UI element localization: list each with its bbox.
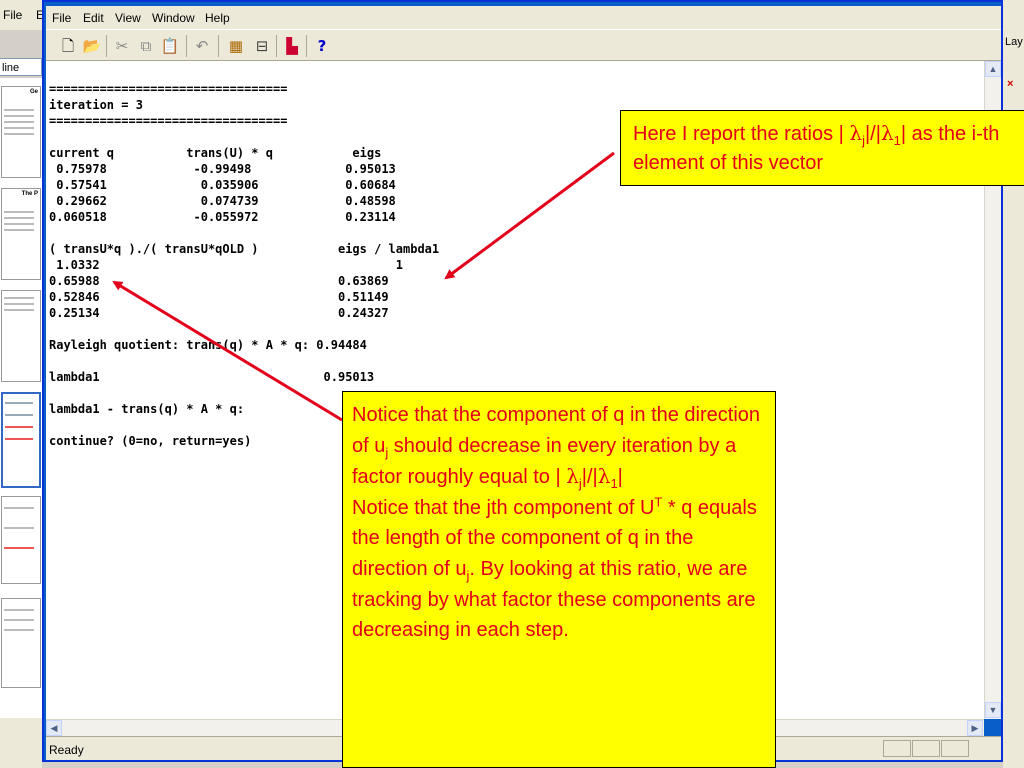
lambda-symbol: λ <box>566 464 579 489</box>
help-button[interactable]: ? <box>312 36 332 56</box>
slide-thumbnail-title: The P <box>21 191 38 197</box>
lambda-symbol: λ <box>880 121 894 145</box>
cut-icon[interactable]: ✂ <box>112 36 132 56</box>
menu-view[interactable]: View <box>115 11 141 25</box>
slide-thumbnail[interactable]: The P <box>1 188 41 280</box>
menubar: File Edit View Window Help <box>46 6 1001 29</box>
menu-window[interactable]: Window <box>152 11 195 25</box>
status-cell <box>941 740 969 757</box>
scroll-left-icon[interactable]: ◀ <box>46 720 62 736</box>
scroll-down-icon[interactable]: ▼ <box>985 702 1001 718</box>
outline-tab[interactable]: line <box>0 58 42 76</box>
subscript: 1 <box>610 476 618 492</box>
lambda-symbol: λ <box>597 464 611 489</box>
toolbar-separator <box>218 35 219 57</box>
subscript: 1 <box>893 133 901 148</box>
callout-text: should decrease in every iteration by a … <box>352 434 737 489</box>
callout-text: |/| <box>581 466 598 489</box>
simulink-icon[interactable]: ▙ <box>282 36 302 56</box>
background-menu-file[interactable]: File <box>3 8 22 22</box>
toolbar-separator <box>306 35 307 57</box>
view-buttons-area <box>0 718 42 768</box>
copy-icon[interactable]: ⧉ <box>136 36 156 56</box>
slide-thumbnail[interactable]: Ge <box>1 86 41 178</box>
new-file-icon[interactable]: 🗋 <box>58 36 78 56</box>
slide-thumbnail[interactable] <box>1 496 41 584</box>
status-cell <box>883 740 911 757</box>
scroll-up-icon[interactable]: ▲ <box>985 61 1001 77</box>
path-browser-icon[interactable]: ⊟ <box>252 36 272 56</box>
undo-icon[interactable]: ↶ <box>192 36 212 56</box>
annotation-callout-components: Notice that the component of q in the di… <box>342 391 776 768</box>
toolbar-separator <box>186 35 187 57</box>
scroll-right-icon[interactable]: ▶ <box>967 720 983 736</box>
status-cell <box>912 740 940 757</box>
status-text: Ready <box>49 743 84 757</box>
callout-text: | <box>617 466 623 489</box>
menu-file[interactable]: File <box>52 11 71 25</box>
task-pane-title: Lay <box>1005 36 1023 48</box>
annotation-callout-ratios: Here I report the ratios | λj|/|λ1| as t… <box>620 110 1024 186</box>
slide-thumbnail-selected[interactable] <box>1 392 41 488</box>
callout-text: Notice that the jth component of U <box>352 496 655 519</box>
open-folder-icon[interactable]: 📂 <box>82 36 102 56</box>
callout-text: Here I report the ratios | <box>633 123 844 145</box>
slide-thumbnail[interactable] <box>1 598 41 688</box>
menu-edit[interactable]: Edit <box>83 11 104 25</box>
toolbar: 🗋 📂 ✂ ⧉ 📋 ↶ ▦ ⊟ ▙ ? <box>46 29 1001 61</box>
toolbar-separator <box>106 35 107 57</box>
toolbar-separator <box>276 35 277 57</box>
slides-panel: Ge The P <box>0 78 43 718</box>
lambda-symbol: λ <box>849 121 863 145</box>
callout-text: |/| <box>864 123 881 145</box>
close-icon[interactable]: × <box>1007 78 1013 90</box>
workspace-icon[interactable]: ▦ <box>226 36 246 56</box>
menu-help[interactable]: Help <box>205 11 230 25</box>
paste-icon[interactable]: 📋 <box>160 36 180 56</box>
slide-thumbnail-title: Ge <box>29 89 38 95</box>
slide-thumbnail[interactable] <box>1 290 41 382</box>
